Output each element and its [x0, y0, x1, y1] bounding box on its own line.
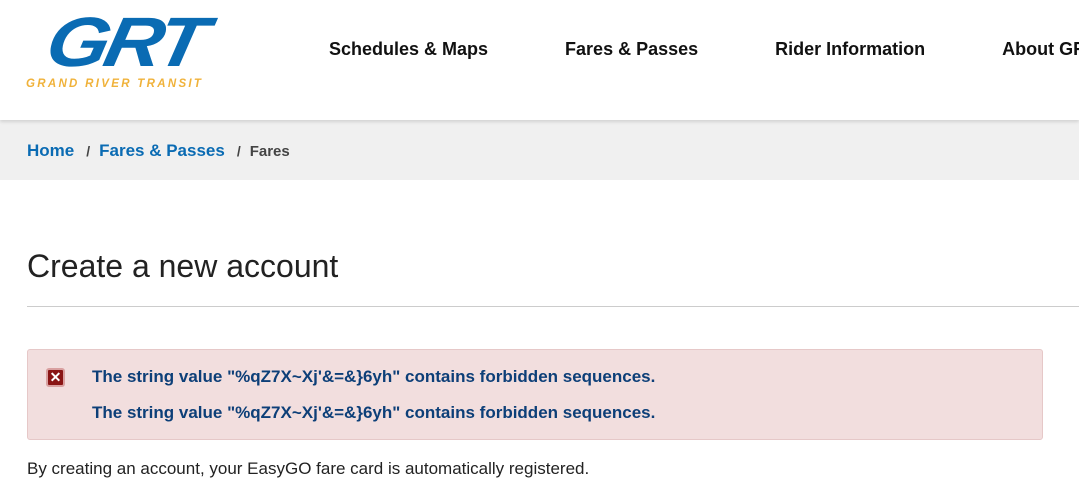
logo-subtitle: GRAND RIVER TRANSIT	[26, 78, 204, 90]
intro-text: By creating an account, your EasyGO fare…	[27, 459, 590, 478]
error-message: The string value "%qZ7X~Xj'&=&}6yh" cont…	[92, 367, 656, 386]
breadcrumb: Home / Fares & Passes / Fares	[0, 120, 1079, 180]
nav-schedules-maps[interactable]: Schedules & Maps	[329, 39, 488, 60]
nav-fares-passes[interactable]: Fares & Passes	[565, 39, 698, 60]
logo-mark: GRT	[39, 3, 211, 81]
error-alert: ✕ The string value "%qZ7X~Xj'&=&}6yh" co…	[27, 349, 1043, 440]
nav-about-grt[interactable]: About GRT	[1002, 39, 1079, 60]
nav-rider-information[interactable]: Rider Information	[775, 39, 925, 60]
error-message: The string value "%qZ7X~Xj'&=&}6yh" cont…	[92, 403, 656, 422]
breadcrumb-current: Fares	[249, 143, 290, 160]
site-header: GRT GRAND RIVER TRANSIT Schedules & Maps…	[0, 0, 1079, 120]
title-divider	[27, 306, 1079, 307]
grt-logo[interactable]: GRT GRAND RIVER TRANSIT	[26, 3, 231, 93]
breadcrumb-home[interactable]: Home	[27, 141, 74, 160]
breadcrumb-separator: /	[236, 143, 241, 159]
breadcrumb-separator: /	[86, 143, 91, 159]
page-title: Create a new account	[27, 248, 339, 284]
breadcrumb-fares-passes[interactable]: Fares & Passes	[99, 141, 225, 160]
error-x-icon: ✕	[46, 368, 65, 387]
main-nav: Schedules & Maps Fares & Passes Rider In…	[329, 39, 1079, 60]
